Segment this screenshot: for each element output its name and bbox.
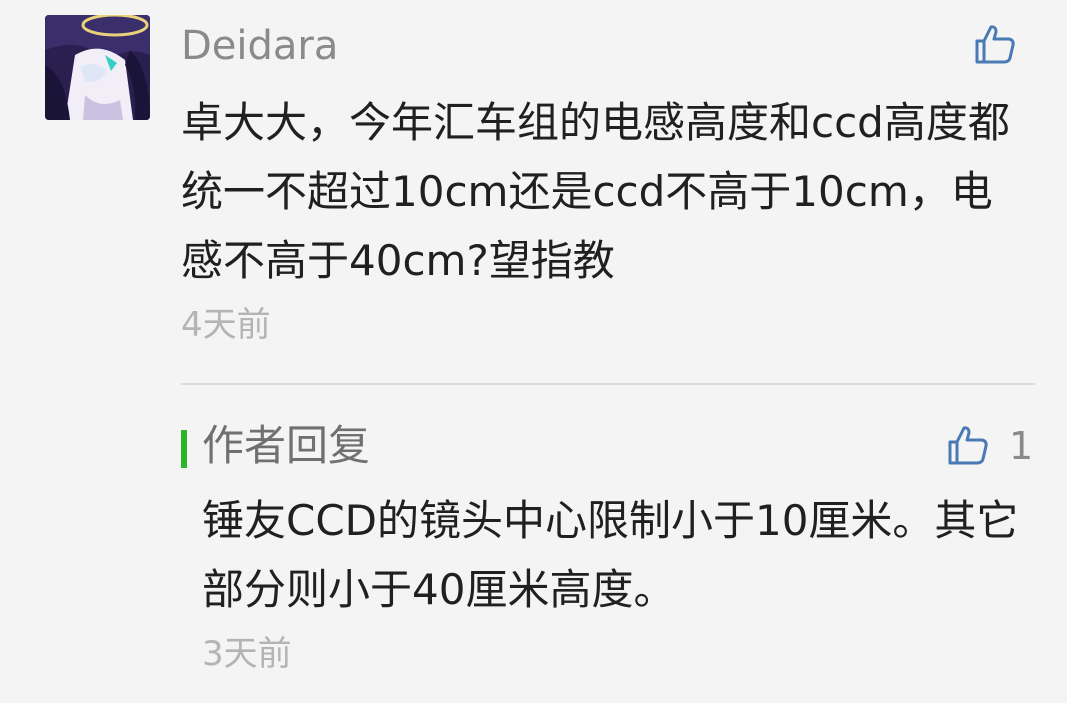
thumbs-up-icon [975, 25, 1015, 64]
author-reply: 作者回复 1 锤友CCD的镜头中心限制小于10厘米。其它部分则小于40厘米高度。… [181, 418, 1041, 678]
thumbs-up-icon [948, 426, 988, 465]
comment-thread: Deidara 卓大大，今年汇车组的电感高度和ccd高度都统一不超过10cm还是… [0, 0, 1067, 703]
comment-like-button[interactable] [973, 22, 1017, 66]
reply-timestamp: 3天前 [202, 634, 292, 674]
reply-label: 作者回复 [202, 421, 371, 470]
reply-text: 锤友CCD的镜头中心限制小于10厘米。其它部分则小于40厘米高度。 [202, 496, 1019, 614]
reply-like-count: 1 [1009, 424, 1034, 468]
reply-header: 作者回复 1 [181, 418, 1041, 474]
reply-like-button[interactable] [946, 423, 990, 467]
comment-username[interactable]: Deidara [181, 18, 1041, 74]
reply-accent-bar [181, 430, 187, 468]
user-avatar[interactable] [45, 15, 150, 120]
comment-timestamp: 4天前 [181, 305, 271, 345]
divider [181, 383, 1035, 385]
avatar-image [45, 15, 150, 120]
comment: Deidara 卓大大，今年汇车组的电感高度和ccd高度都统一不超过10cm还是… [181, 18, 1041, 349]
comment-text: 卓大大，今年汇车组的电感高度和ccd高度都统一不超过10cm还是ccd不高于10… [181, 98, 1010, 285]
